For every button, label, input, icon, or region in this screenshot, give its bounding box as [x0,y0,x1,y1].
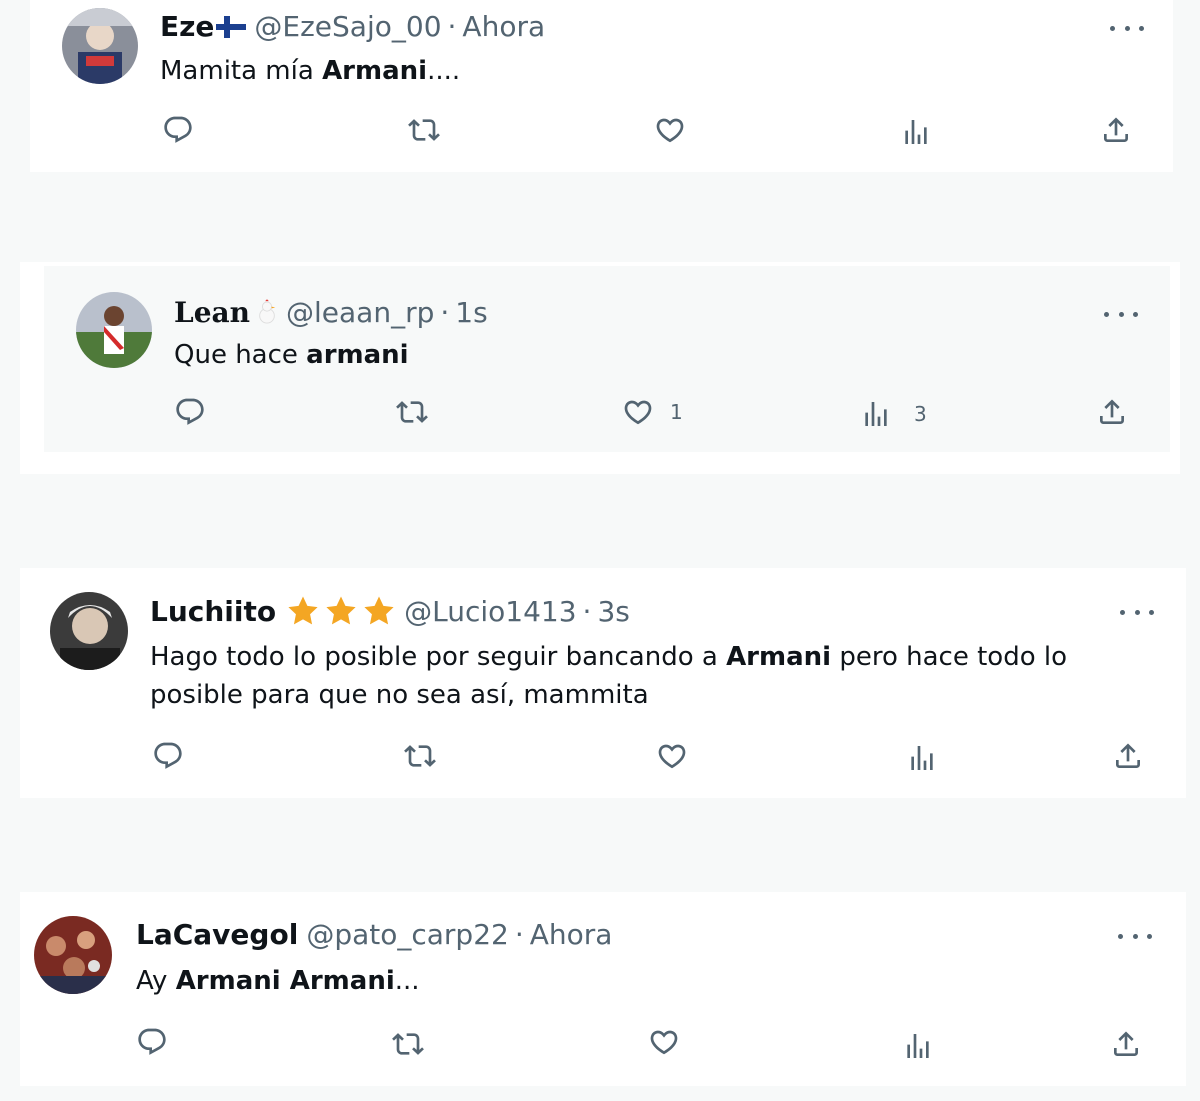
tweet-text-part: Mamita mía [160,56,323,86]
reply-icon [162,114,194,146]
tweet-text-part: Ay [136,966,176,996]
user-name[interactable]: LaCavegol [136,918,298,951]
retweet-button[interactable] [392,1028,424,1060]
tweet-text-part: Hago todo lo posible por seguir bancando… [150,642,727,672]
timestamp[interactable]: 1s [455,296,487,329]
like-icon [654,114,686,146]
reply-button[interactable] [152,740,184,772]
views-icon [906,742,938,774]
tweet-text-part: ... [394,966,420,996]
avatar[interactable] [62,8,138,84]
share-icon [1100,114,1132,146]
retweet-icon [404,740,436,772]
highlight-term: Armani [726,642,832,672]
like-icon [622,396,654,428]
share-icon [1096,396,1128,428]
highlight-term: armani [306,340,409,370]
separator: · [514,918,524,951]
tweet-header: Eze @EzeSajo_00 · Ahora [160,10,545,43]
views-icon [900,116,932,148]
tweet-text: Que hace armani [174,336,409,374]
reply-icon [152,740,184,772]
reply-button[interactable] [136,1026,168,1058]
reply-icon [174,396,206,428]
more-icon[interactable] [1110,23,1144,33]
like-button[interactable] [654,114,686,146]
star-icon [286,594,320,628]
retweet-icon [392,1028,424,1060]
share-button[interactable] [1096,396,1128,428]
chicken-icon [259,298,276,324]
tweet-text-line: posible para que no sea así, mammita [150,680,649,710]
user-handle[interactable]: @Lucio1413 [404,595,576,628]
like-icon [656,740,688,772]
timestamp[interactable]: Ahora [530,918,613,951]
tweet-card[interactable]: Lean @leaan_rp · 1s Que hace armani 1 3 [44,266,1170,452]
like-count: 1 [670,400,683,424]
star-icon [362,594,396,628]
tweet-text-line: Hago todo lo posible por seguir bancando… [150,638,1067,676]
finland-flag-icon [216,15,247,38]
tweet-card[interactable]: Eze @EzeSajo_00 · Ahora Mamita mía Arman… [30,0,1173,172]
tweet-header: LaCavegol @pato_carp22 · Ahora [136,918,612,951]
highlight-term: Armani Armani [175,966,395,996]
avatar[interactable] [34,916,112,994]
retweet-button[interactable] [396,396,428,428]
tweet-header: Luchiito @Lucio1413 · 3s [150,594,630,628]
star-icon [324,594,358,628]
like-button[interactable] [656,740,688,772]
avatar[interactable] [76,292,152,368]
share-button[interactable] [1110,1028,1142,1060]
tweet-text: Ay Armani Armani... [136,962,420,1000]
tweet-card[interactable]: Luchiito @Lucio1413 · 3s Hago todo lo po… [20,568,1186,798]
user-name[interactable]: Luchiito [150,595,276,628]
tweet-text-part: .... [427,56,461,86]
views-button[interactable] [902,1030,934,1062]
retweet-icon [396,396,428,428]
timestamp[interactable]: 3s [597,595,629,628]
separator: · [447,10,457,43]
views-count: 3 [914,402,927,426]
share-button[interactable] [1100,114,1132,146]
like-button[interactable] [648,1026,680,1058]
retweet-button[interactable] [408,114,440,146]
share-button[interactable] [1112,740,1144,772]
timestamp[interactable]: Ahora [462,10,545,43]
more-icon[interactable] [1104,309,1138,319]
tweet-header: Lean @leaan_rp · 1s [174,296,488,329]
separator: · [582,594,592,628]
reply-icon [136,1026,168,1058]
tweet-card[interactable]: LaCavegol @pato_carp22 · Ahora Ay Armani… [20,892,1186,1086]
highlight-term: Armani [322,56,428,86]
retweet-icon [408,114,440,146]
like-icon [648,1026,680,1058]
tweet-text-part: Que hace [174,340,307,370]
retweet-button[interactable] [404,740,436,772]
user-handle[interactable]: @pato_carp22 [306,918,509,951]
tweet-text-part: pero hace todo lo [831,642,1068,672]
user-name[interactable]: Lean [174,296,250,329]
tweet-text: Hago todo lo posible por seguir bancando… [150,638,1067,714]
user-handle[interactable]: @EzeSajo_00 [254,10,441,43]
avatar[interactable] [50,592,128,670]
tweet-card-outer: Lean @leaan_rp · 1s Que hace armani 1 3 [20,262,1180,474]
share-icon [1112,740,1144,772]
reply-button[interactable] [162,114,194,146]
reply-button[interactable] [174,396,206,428]
views-button[interactable] [900,116,932,148]
user-name[interactable]: Eze [160,10,214,43]
views-icon [860,398,892,430]
more-icon[interactable] [1118,931,1152,941]
tweet-text: Mamita mía Armani.... [160,52,460,90]
separator: · [440,296,450,329]
user-handle[interactable]: @leaan_rp [286,296,434,329]
more-icon[interactable] [1120,607,1154,617]
star-rating [282,594,396,628]
views-button[interactable]: 3 [860,398,927,430]
share-icon [1110,1028,1142,1060]
views-button[interactable] [906,742,938,774]
views-icon [902,1030,934,1062]
like-button[interactable]: 1 [622,396,683,428]
